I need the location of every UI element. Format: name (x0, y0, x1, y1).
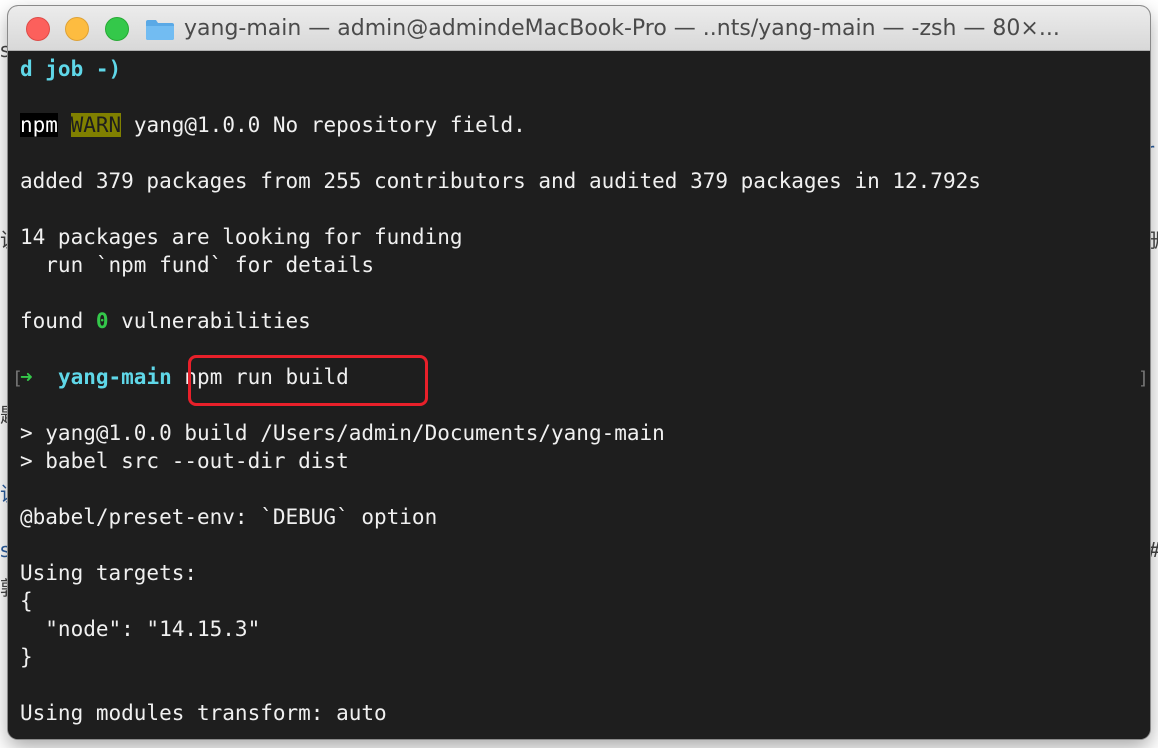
output-line: @babel/preset-env: `DEBUG` option (20, 505, 438, 529)
window-titlebar[interactable]: yang-main — admin@admindeMacBook-Pro — .… (8, 6, 1150, 51)
prompt-directory: yang-main (57, 365, 172, 389)
output-line: "node": "14.15.3" (20, 617, 261, 641)
npm-label: npm (20, 113, 58, 137)
output-line: Using modules transform: auto (20, 701, 387, 725)
found-label: found (20, 309, 96, 333)
warn-line: npm WARN yang@1.0.0 No repository field. (20, 111, 526, 139)
output-line: d job -) (20, 57, 122, 81)
output-line: } (20, 645, 33, 669)
arrow-icon: ➜ (20, 365, 33, 389)
output-line: { (20, 589, 33, 613)
output-line: > babel src --out-dir dist (20, 449, 349, 473)
minimize-window-button[interactable] (65, 17, 89, 41)
output-line: Using targets: (20, 561, 198, 585)
terminal-window: yang-main — admin@admindeMacBook-Pro — .… (8, 6, 1150, 739)
terminal-output[interactable]: d job -) npm WARN yang@1.0.0 No reposito… (8, 51, 1150, 739)
command-highlight-box (188, 355, 428, 406)
close-window-button[interactable] (26, 17, 50, 41)
prompt-bracket-right: ] (1138, 368, 1149, 389)
output-line: added 379 packages from 255 contributors… (20, 169, 981, 193)
vulnerabilities-line: found 0 vulnerabilities (20, 307, 311, 335)
vulnerability-count: 0 (95, 309, 109, 333)
output-line: run `npm fund` for details (20, 253, 375, 277)
warn-message: yang@1.0.0 No repository field. (121, 113, 526, 137)
maximize-window-button[interactable] (105, 17, 129, 41)
warn-badge: WARN (70, 113, 122, 137)
output-line: > yang@1.0.0 build /Users/admin/Document… (20, 421, 665, 445)
vulnerabilities-label: vulnerabilities (108, 309, 311, 333)
output-line: 14 packages are looking for funding (20, 225, 463, 249)
window-title: yang-main — admin@admindeMacBook-Pro — .… (184, 16, 1060, 41)
folder-icon (146, 20, 174, 40)
